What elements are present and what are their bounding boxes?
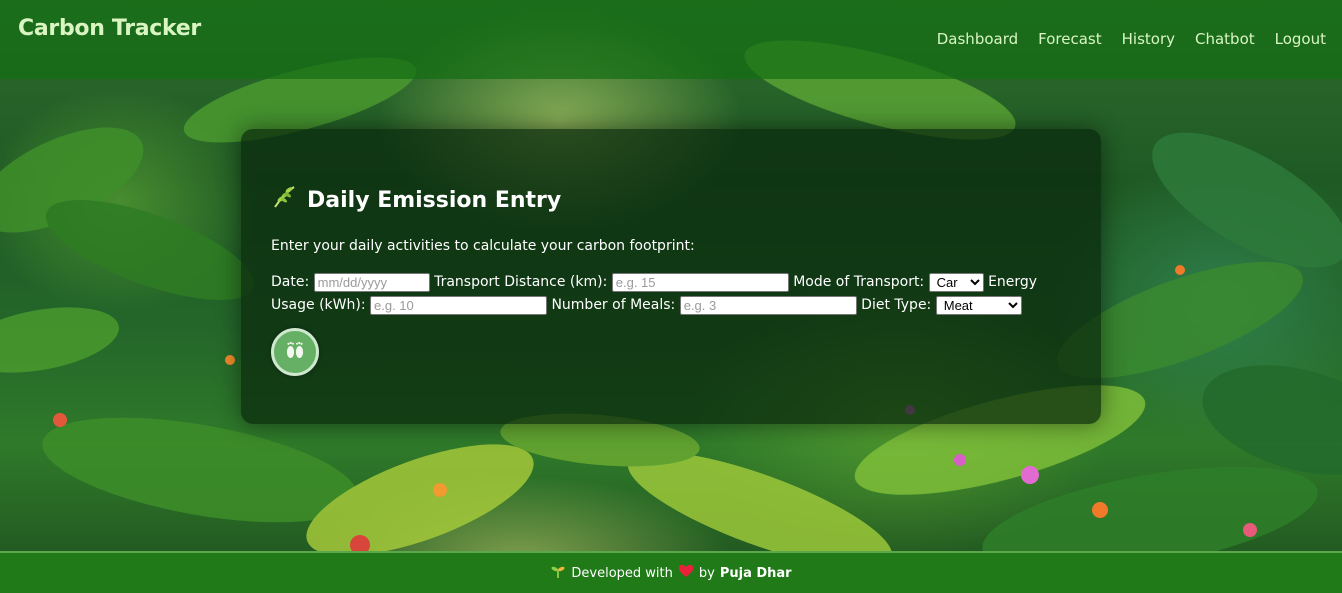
footer-author: Puja Dhar [719, 565, 792, 581]
heart-icon [678, 564, 694, 582]
calculate-footprint-button[interactable] [271, 328, 319, 376]
card-title-row: Daily Emission Entry [271, 184, 1071, 216]
sprout-icon [550, 563, 566, 583]
entry-form: Date: Transport Distance (km): Mode of T… [271, 271, 1051, 317]
emission-entry-card: Daily Emission Entry Enter your daily ac… [241, 129, 1101, 424]
meals-input[interactable] [679, 295, 857, 315]
footer-by: by [698, 565, 715, 581]
brand-title[interactable]: Carbon Tracker [18, 16, 201, 41]
card-subtitle: Enter your daily activities to calculate… [271, 238, 695, 254]
nav-history-link[interactable]: History [1122, 30, 1175, 48]
date-field[interactable] [313, 272, 430, 292]
main-nav: Dashboard Forecast History Chatbot Logou… [937, 30, 1326, 48]
date-label: Date: [271, 274, 310, 290]
diet-select[interactable]: Meat [935, 295, 1022, 315]
card-title: Daily Emission Entry [307, 187, 562, 213]
energy-input[interactable] [370, 295, 547, 315]
diet-label: Diet Type: [861, 297, 932, 313]
nav-forecast-link[interactable]: Forecast [1038, 30, 1101, 48]
distance-input[interactable] [611, 272, 789, 292]
nav-dashboard-link[interactable]: Dashboard [937, 30, 1018, 48]
top-navbar: Carbon Tracker Dashboard Forecast Histor… [0, 0, 1342, 79]
nav-logout-link[interactable]: Logout [1275, 30, 1326, 48]
nav-chatbot-link[interactable]: Chatbot [1195, 30, 1255, 48]
mode-select[interactable]: Car [928, 272, 984, 292]
footprints-icon [282, 337, 308, 367]
footer-prefix: Developed with [571, 565, 673, 581]
footer: Developed with by Puja Dhar [0, 551, 1342, 593]
distance-label: Transport Distance (km): [434, 274, 608, 290]
mode-label: Mode of Transport: [793, 274, 925, 290]
meals-label: Number of Meals: [551, 297, 676, 313]
leaf-icon [271, 184, 297, 216]
